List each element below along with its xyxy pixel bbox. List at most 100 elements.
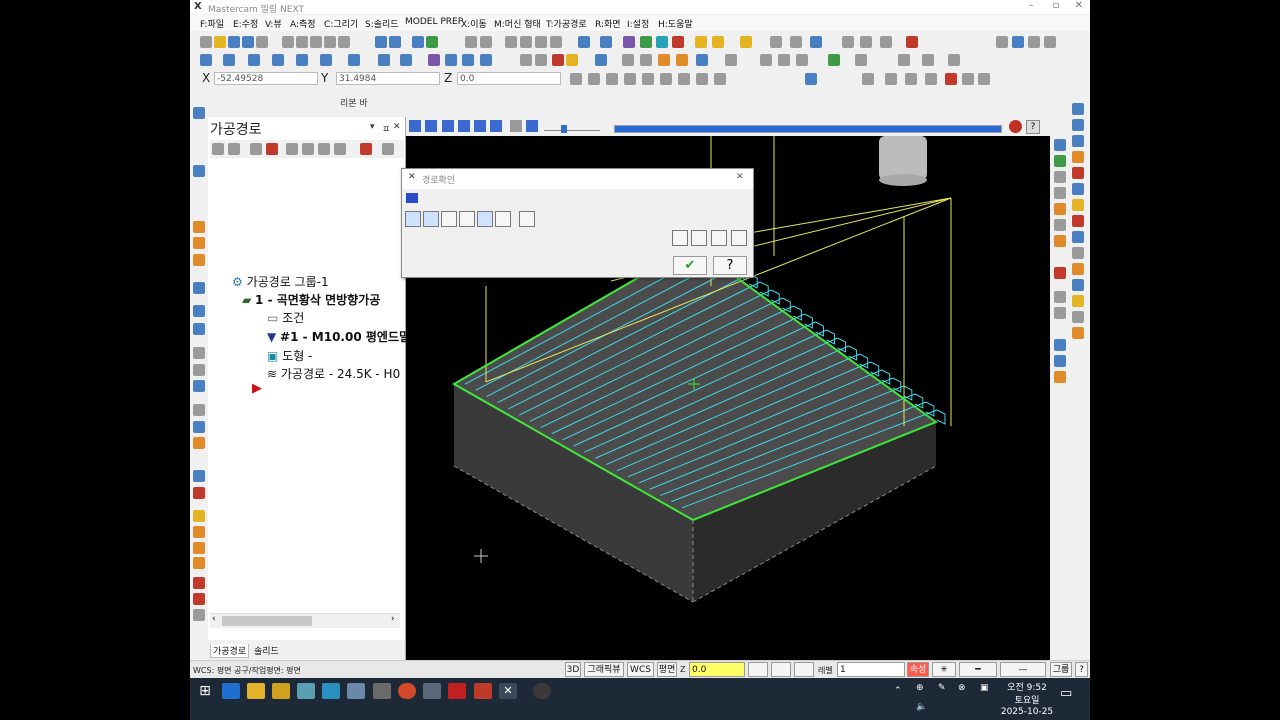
configure-button[interactable] [495, 211, 511, 227]
minimize-button[interactable]: – [1020, 0, 1042, 11]
z-depth-input[interactable]: 0.0 [689, 662, 745, 677]
chamfer-icon[interactable] [348, 54, 360, 66]
boolean-icon[interactable] [778, 54, 790, 66]
circle-icon[interactable] [248, 54, 260, 66]
panel-horizontal-scrollbar[interactable]: ‹ › [210, 613, 400, 628]
right-icon-13[interactable] [1072, 295, 1084, 307]
sphere-icon[interactable] [600, 36, 612, 48]
level-select[interactable]: 1 [837, 662, 905, 677]
app-icon-5[interactable] [322, 683, 340, 699]
arc-icon[interactable] [296, 54, 308, 66]
side-icon-3[interactable] [193, 237, 205, 249]
surface-color-button[interactable] [794, 662, 814, 677]
side-icon-22[interactable] [193, 609, 205, 621]
step-forward-icon[interactable] [474, 120, 486, 132]
right-icon-21[interactable] [1054, 219, 1066, 231]
right-icon-8[interactable] [1072, 215, 1084, 227]
side-icon-13[interactable] [193, 437, 205, 449]
right-icon-9[interactable] [1072, 231, 1084, 243]
brush-icon[interactable] [740, 36, 752, 48]
filter-icon[interactable] [925, 73, 937, 85]
regen-dirty-icon[interactable] [266, 143, 278, 155]
edge-icon[interactable] [222, 683, 240, 699]
menu-model-prep[interactable]: MODEL PREP [405, 17, 463, 27]
array-icon[interactable] [535, 54, 547, 66]
stop-playback-icon[interactable] [425, 120, 437, 132]
help-circle-icon[interactable] [805, 73, 817, 85]
z-coord-input[interactable]: 0.0 [457, 72, 561, 85]
tab-solids[interactable]: 솔리드 [252, 644, 281, 657]
shading-icon[interactable] [623, 36, 635, 48]
line-style-select[interactable]: ━ [959, 662, 997, 677]
note-icon[interactable] [790, 36, 802, 48]
side-icon-17[interactable] [193, 526, 205, 538]
autocursor-icon-6[interactable] [660, 73, 672, 85]
toolpath-display-icon[interactable] [510, 120, 522, 132]
select-failed-icon[interactable] [228, 143, 240, 155]
autocursor-icon-2[interactable] [588, 73, 600, 85]
tree-toolpath[interactable]: ≋ 가공경로 - 24.5K - H0 [267, 365, 400, 382]
autocursor-icon-8[interactable] [696, 73, 708, 85]
tab-toolpaths[interactable]: 가공경로 [210, 644, 250, 658]
point-icon[interactable] [200, 54, 212, 66]
y-coord-input[interactable]: 31.4984 [336, 72, 440, 85]
chest-icon[interactable] [906, 36, 918, 48]
progress-slider[interactable] [614, 125, 1002, 133]
open-file-icon[interactable] [214, 36, 226, 48]
chrome-icon[interactable] [398, 683, 416, 699]
side-icon-12[interactable] [193, 421, 205, 433]
fast-forward-icon[interactable] [490, 120, 502, 132]
side-icon-4[interactable] [193, 254, 205, 266]
view-right-icon[interactable] [535, 36, 547, 48]
wood-block-icon[interactable] [658, 54, 670, 66]
fillet-icon[interactable] [796, 54, 808, 66]
shaded-solid-icon[interactable] [640, 36, 652, 48]
autocursor-icon-7[interactable] [678, 73, 690, 85]
tray-chevron-icon[interactable]: ⌃ [894, 686, 902, 696]
color-button[interactable] [748, 662, 768, 677]
acrobat-icon[interactable] [474, 683, 492, 699]
backplot-help-icon[interactable]: ? [1026, 120, 1040, 134]
right-icon-26[interactable] [1054, 339, 1066, 351]
graphic-view-button[interactable]: 그래픽뷰 [584, 662, 624, 677]
right-icon-28[interactable] [1054, 371, 1066, 383]
autocursor-icon-5[interactable] [642, 73, 654, 85]
side-icon-10[interactable] [193, 380, 205, 392]
insert-arrow-icon[interactable]: ▶ [252, 381, 262, 396]
new-file-icon[interactable] [200, 36, 212, 48]
group-button[interactable]: 그룹 [1050, 662, 1072, 677]
rewind-icon[interactable] [442, 120, 454, 132]
zoom-window-icon[interactable] [296, 36, 308, 48]
side-icon-14[interactable] [193, 470, 205, 482]
side-icon-16[interactable] [193, 510, 205, 522]
status-help-button[interactable]: ? [1075, 662, 1088, 677]
app-icon-6[interactable] [347, 683, 365, 699]
autocursor-icon-9[interactable] [714, 73, 726, 85]
layout-icon-4[interactable] [1044, 36, 1056, 48]
autocursor-icon-4[interactable] [624, 73, 636, 85]
help-button[interactable]: ? [713, 256, 747, 275]
scroll-thumb[interactable] [222, 616, 312, 626]
tray-app-icon[interactable]: ⊗ [958, 683, 966, 693]
backplot-icon[interactable] [286, 143, 298, 155]
grid-icon[interactable] [880, 36, 892, 48]
close-button[interactable]: ✕ [1068, 0, 1090, 11]
redo-icon[interactable] [480, 36, 492, 48]
tool-display-icon[interactable] [526, 120, 538, 132]
menu-solid[interactable]: S:솔리드 [365, 17, 399, 30]
panel-close-icon[interactable]: ✕ [393, 122, 401, 132]
pointer-icon[interactable] [905, 73, 917, 85]
panel-pin-icon[interactable]: ㅍ [382, 122, 390, 135]
fit-screen-icon[interactable] [282, 36, 294, 48]
select-all-icon[interactable] [212, 143, 224, 155]
step-back-icon[interactable] [458, 120, 470, 132]
right-icon-10[interactable] [1072, 247, 1084, 259]
menu-edit[interactable]: E:수정 [233, 17, 258, 30]
translate-icon[interactable] [428, 54, 440, 66]
volume-icon[interactable]: 🔈 [916, 702, 927, 712]
zoom-select-icon[interactable] [324, 36, 336, 48]
camera-icon[interactable] [423, 683, 441, 699]
wcs-button[interactable]: WCS [627, 662, 654, 677]
dimension-icon[interactable] [770, 36, 782, 48]
save-button[interactable] [731, 230, 747, 246]
